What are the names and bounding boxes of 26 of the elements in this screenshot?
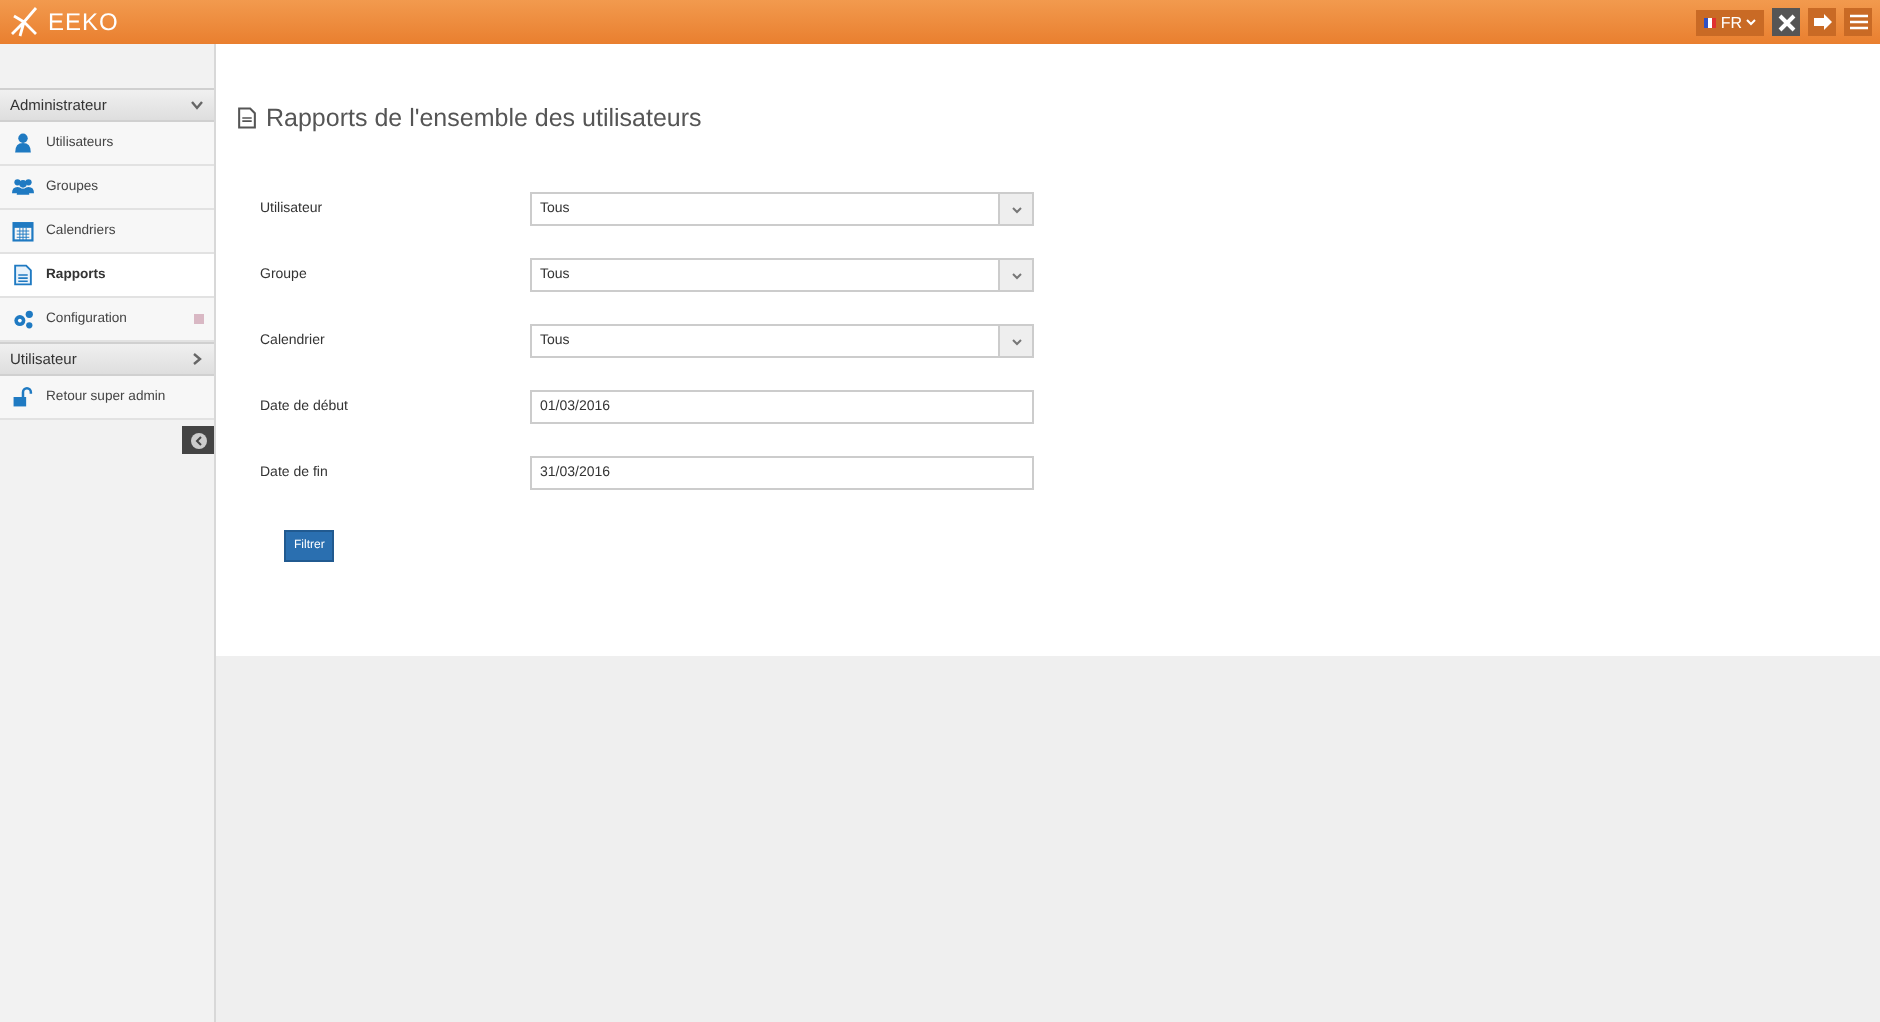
caret-icon (1011, 205, 1021, 213)
logo-icon (8, 6, 40, 38)
cross-icon (1777, 13, 1795, 31)
menu-icon (1849, 14, 1867, 30)
caret-icon (1746, 18, 1756, 26)
language-button[interactable]: FR (1696, 9, 1764, 35)
caret-icon (1011, 337, 1021, 345)
brand-name: EEKO (48, 8, 119, 36)
page-title: Rapports de l'ensemble des utilisateurs (266, 104, 702, 132)
back-icon (189, 431, 207, 449)
collapse-button[interactable] (182, 426, 214, 454)
menu-button[interactable] (1844, 8, 1872, 36)
logout-button[interactable] (1808, 8, 1836, 36)
chevron-icon (190, 98, 204, 112)
gears-icon (12, 308, 34, 330)
calendar-icon (12, 220, 34, 242)
caret-icon (1011, 271, 1021, 279)
document-icon (12, 264, 34, 286)
document-icon (236, 106, 258, 130)
fullscreen-button[interactable] (1772, 8, 1800, 36)
arrow-icon (1813, 14, 1831, 30)
flag-icon (1704, 17, 1717, 27)
chevron-icon (190, 352, 204, 366)
user-icon (12, 132, 34, 154)
group-icon (12, 176, 34, 198)
unlock-icon (12, 386, 34, 408)
